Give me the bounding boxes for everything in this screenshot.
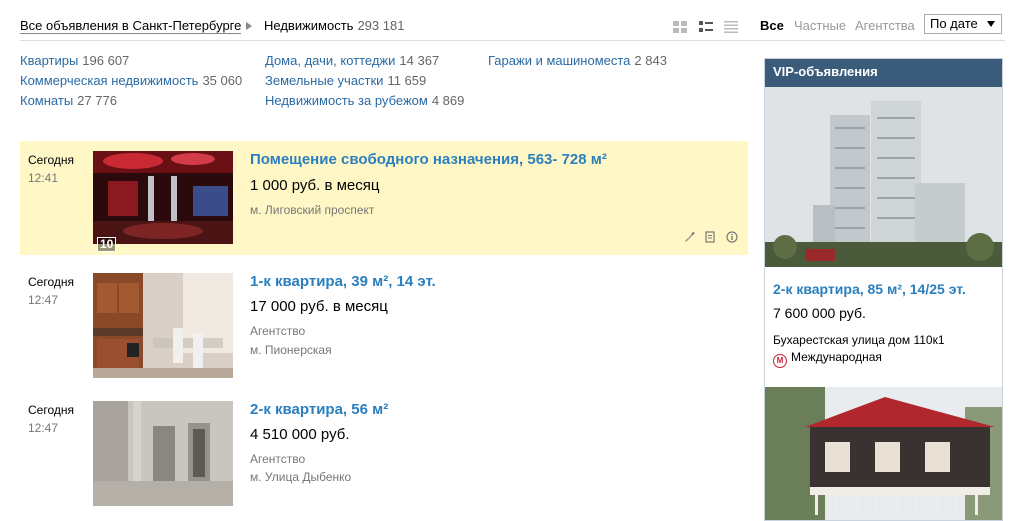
filter-private[interactable]: Частные — [794, 18, 846, 33]
chevron-down-icon — [987, 21, 995, 27]
sort-select-value: По дате — [930, 16, 978, 31]
breadcrumb-current-label: Недвижимость — [264, 18, 354, 33]
category-label: Квартиры — [20, 53, 79, 68]
vip-metro-station: Международная — [791, 350, 882, 364]
listing-location: м. Лиговский проспект — [250, 203, 375, 217]
vip-header: VIP-объявления — [765, 59, 1002, 87]
listing-location: м. Улица Дыбенко — [250, 470, 352, 484]
listing-price: 4 510 000 руб. — [250, 426, 350, 443]
listing-date-day: Сегодня — [28, 275, 74, 289]
listing-item[interactable]: Сегодня 12:47 2-к квартира, 56 м² 4 510 … — [20, 392, 748, 521]
listing-date-time: 12:41 — [28, 171, 59, 185]
listing-date: Сегодня 12:47 — [28, 273, 74, 309]
vip-listing-metro: M Международная — [773, 350, 882, 368]
category-link-rooms[interactable]: Комнаты 27 776 — [20, 93, 117, 109]
vip-photo[interactable] — [765, 87, 1002, 267]
listing-photo[interactable]: 10 — [93, 151, 233, 256]
breadcrumb-count: 293 181 — [357, 18, 405, 33]
category-link-garages[interactable]: Гаражи и машиноместа 2 843 — [488, 53, 667, 69]
vip-panel: VIP-объявления 2-к квартира, 85 м², 14/2… — [764, 58, 1003, 521]
vip-photo-image — [765, 87, 1002, 267]
listing-date: Сегодня 12:47 — [28, 401, 74, 437]
category-link-abroad[interactable]: Недвижимость за рубежом 4 869 — [265, 93, 464, 109]
listing-title-link[interactable]: 2-к квартира, 56 м² — [250, 401, 388, 418]
listing-photo[interactable] — [93, 273, 233, 378]
listing-title-link[interactable]: Помещение свободного назначения, 563- 72… — [250, 151, 607, 168]
vip-photo-2-image — [765, 387, 1002, 520]
category-label: Земельные участки — [265, 73, 384, 88]
listing-date-time: 12:47 — [28, 421, 59, 435]
listing-seller-type: Агентство — [250, 452, 306, 466]
category-label: Гаражи и машиноместа — [488, 53, 631, 68]
filter-all[interactable]: Все — [760, 18, 784, 33]
category-count: 11 659 — [387, 73, 427, 88]
listing-date-time: 12:47 — [28, 293, 59, 307]
listing-seller-type: Агентство — [250, 324, 306, 338]
listing-date-day: Сегодня — [28, 403, 74, 417]
listing-date: Сегодня 12:41 — [28, 151, 74, 187]
pencil-icon[interactable] — [683, 231, 695, 243]
grid-view-icon[interactable] — [673, 21, 687, 33]
sort-select[interactable]: По дате — [924, 14, 1002, 34]
top-bar: Все объявления в Санкт-Петербурге Недвиж… — [20, 14, 1005, 41]
category-link-houses[interactable]: Дома, дачи, коттеджи 14 367 — [265, 53, 439, 69]
listing-tools — [677, 231, 738, 246]
listing-photo-image — [93, 401, 233, 506]
view-switcher — [673, 21, 746, 36]
category-count: 35 060 — [202, 73, 243, 88]
category-count: 196 607 — [82, 53, 130, 68]
compact-view-icon[interactable] — [724, 21, 739, 33]
listing-photo-image — [93, 151, 233, 244]
listing-price: 1 000 руб. в месяц — [250, 177, 380, 194]
category-count: 27 776 — [77, 93, 117, 108]
vip-photo-2[interactable] — [765, 387, 1002, 520]
category-label: Недвижимость за рубежом — [265, 93, 428, 108]
category-count: 4 869 — [431, 93, 465, 108]
category-label: Коммерческая недвижимость — [20, 73, 199, 88]
breadcrumb-home-link[interactable]: Все объявления в Санкт-Петербурге — [20, 18, 242, 34]
listing-item[interactable]: Сегодня 12:47 1-к квартира, 39 м², 14 эт… — [20, 264, 748, 382]
breadcrumb-current: Недвижимость 293 181 — [264, 18, 404, 33]
category-link-land[interactable]: Земельные участки 11 659 — [265, 73, 426, 89]
info-icon[interactable] — [726, 231, 738, 243]
category-count: 14 367 — [399, 53, 440, 68]
vip-listing-title-link[interactable]: 2-к квартира, 85 м², 14/25 эт. — [773, 281, 966, 297]
listing-photo[interactable] — [93, 401, 233, 506]
metro-icon: M — [773, 354, 787, 368]
listing-photo-image — [93, 273, 233, 378]
listing-price: 17 000 руб. в месяц — [250, 298, 388, 315]
vip-listing-address: Бухарестская улица дом 110к1 — [773, 333, 945, 347]
listing-date-day: Сегодня — [28, 153, 74, 167]
document-icon[interactable] — [704, 231, 716, 243]
listing-item[interactable]: Сегодня 12:41 10 Помещение свободного на… — [20, 141, 748, 255]
photo-count-badge: 10 — [97, 237, 117, 252]
category-label: Комнаты — [20, 93, 74, 108]
breadcrumb-arrow-icon — [246, 22, 252, 30]
vip-listing-price: 7 600 000 руб. — [773, 305, 866, 321]
listing-title-link[interactable]: 1-к квартира, 39 м², 14 эт. — [250, 273, 436, 290]
category-count: 2 843 — [634, 53, 667, 68]
list-view-icon[interactable] — [698, 21, 713, 33]
category-label: Дома, дачи, коттеджи — [265, 53, 396, 68]
filter-agency[interactable]: Агентства — [855, 18, 915, 33]
listing-location: м. Пионерская — [250, 343, 332, 357]
category-link-apartments[interactable]: Квартиры 196 607 — [20, 53, 129, 69]
category-link-commercial[interactable]: Коммерческая недвижимость 35 060 — [20, 73, 242, 89]
